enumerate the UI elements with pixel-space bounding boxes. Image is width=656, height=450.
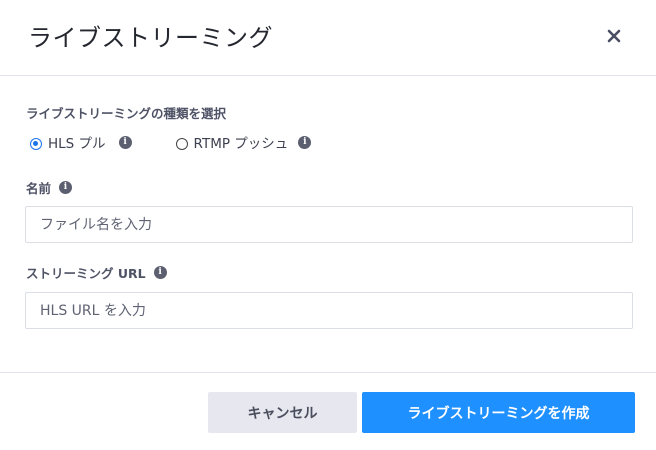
- dialog-title: ライブストリーミング: [28, 24, 273, 52]
- streaming-url-input[interactable]: [25, 292, 633, 329]
- create-live-streaming-button[interactable]: ライブストリーミングを作成: [362, 392, 635, 433]
- info-icon[interactable]: i: [118, 135, 132, 149]
- name-label: 名前 i: [26, 178, 73, 197]
- stream-type-radio-group: HLS プル i RTMP プッシュ i: [30, 132, 355, 152]
- radio-rtmp-push[interactable]: [175, 138, 188, 150]
- radio-hls-pull[interactable]: [30, 138, 42, 150]
- streaming-url-label: ストリーミング URL i: [26, 263, 167, 282]
- stream-type-label: ライブストリーミングの種類を選択: [26, 103, 226, 122]
- radio-option-rtmp-push[interactable]: RTMP プッシュ i: [175, 132, 312, 152]
- close-icon: [607, 29, 621, 43]
- close-button[interactable]: [602, 24, 626, 48]
- radio-option-hls-pull[interactable]: HLS プル i: [30, 132, 132, 152]
- name-input[interactable]: [25, 206, 633, 243]
- cancel-button[interactable]: キャンセル: [208, 392, 357, 433]
- name-label-text: 名前: [26, 181, 52, 196]
- info-icon[interactable]: i: [59, 181, 73, 194]
- live-streaming-dialog: ライブストリーミング ライブストリーミングの種類を選択 HLS プル i RTM…: [0, 0, 656, 450]
- stream-type-label-text: ライブストリーミングの種類を選択: [26, 106, 227, 121]
- streaming-url-label-text: ストリーミング URL: [26, 266, 146, 281]
- dialog-footer: キャンセル ライブストリーミングを作成: [0, 372, 656, 450]
- info-icon[interactable]: i: [153, 266, 167, 279]
- dialog-header: ライブストリーミング: [0, 0, 656, 76]
- radio-rtmp-push-label: RTMP プッシュ: [193, 136, 289, 152]
- info-icon[interactable]: i: [298, 135, 312, 149]
- radio-hls-pull-label: HLS プル: [48, 136, 106, 152]
- dialog-body: ライブストリーミングの種類を選択 HLS プル i RTMP プッシュ i 名前…: [0, 76, 656, 372]
